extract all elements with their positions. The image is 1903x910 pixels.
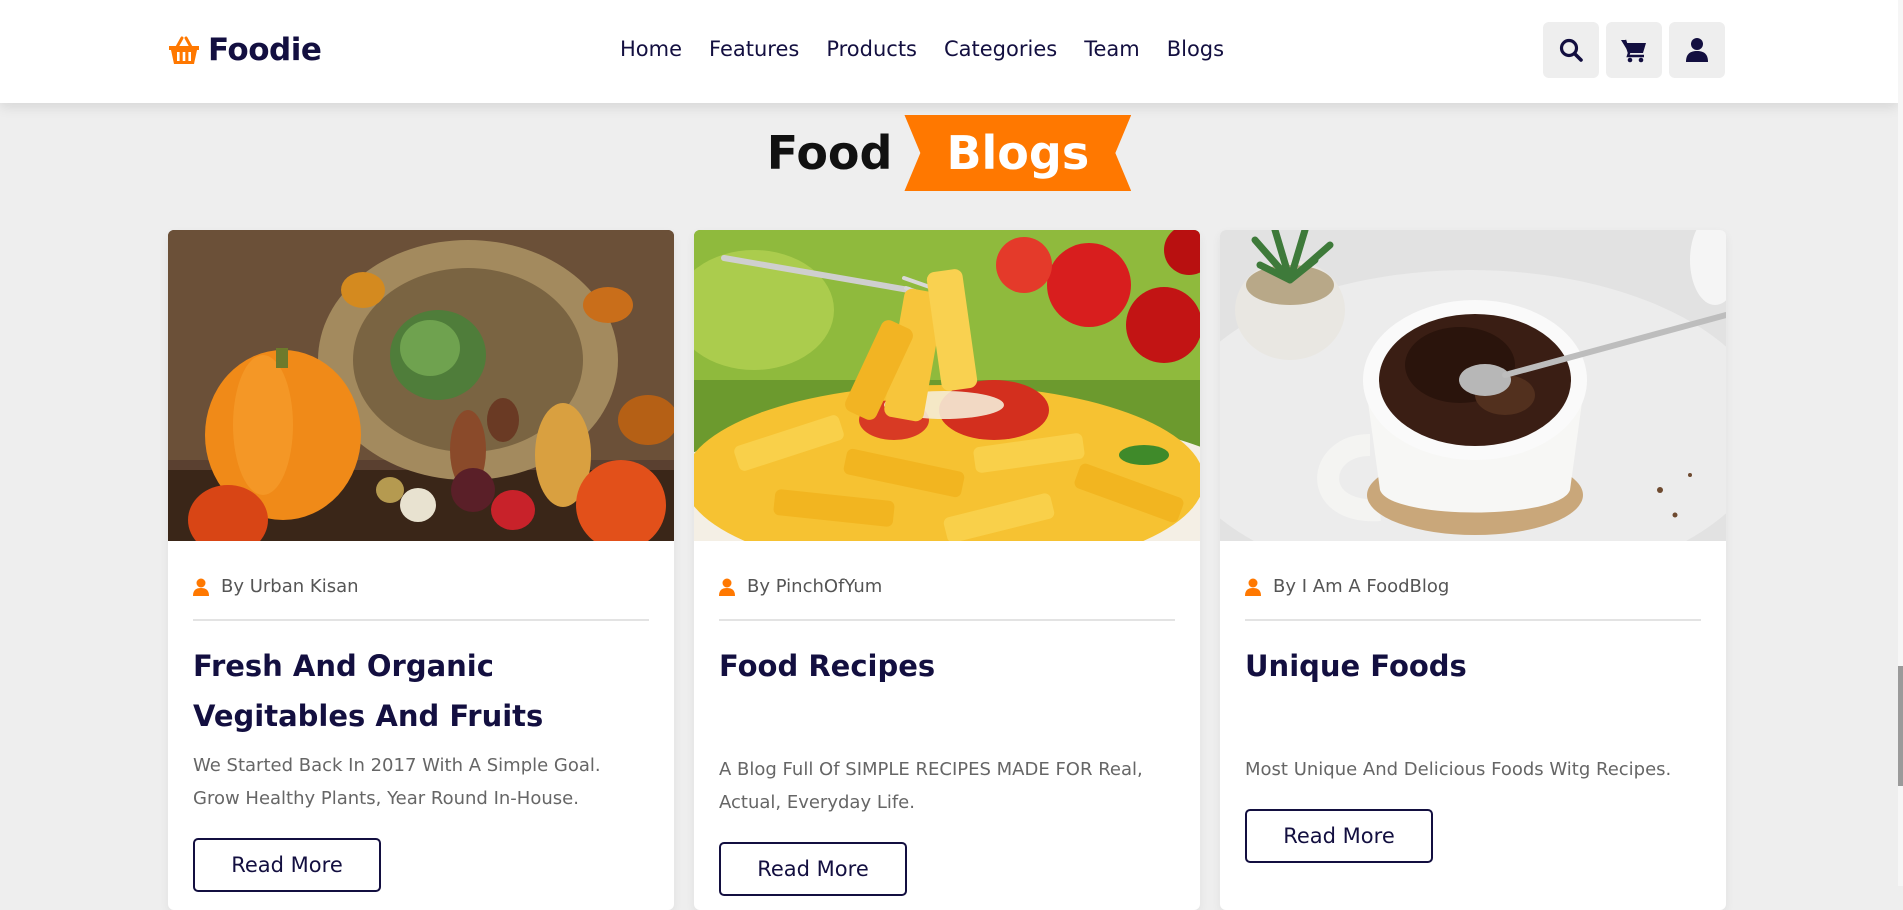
user-icon	[1245, 578, 1261, 596]
author: By Urban Kisan	[193, 576, 359, 597]
vegetables-basket-image	[168, 230, 674, 541]
user-icon	[1686, 38, 1708, 62]
logo-text: Foodie	[208, 32, 322, 68]
card-text: We Started Back In 2017 With A Simple Go…	[193, 755, 601, 809]
scrollbar-thumb[interactable]	[1898, 666, 1903, 786]
card-title: Fresh And Organic Vegitables And Fruits	[193, 649, 544, 733]
read-more-button[interactable]: Read More	[1245, 809, 1433, 863]
read-more-button[interactable]: Read More	[193, 838, 381, 892]
card-title: Food Recipes	[719, 649, 936, 683]
section-heading: Food Blogs	[0, 114, 1898, 192]
divider	[719, 619, 1175, 621]
author-name: By Urban Kisan	[221, 576, 359, 597]
heading-main: Food	[766, 126, 893, 180]
author-name: By PinchOfYum	[747, 576, 883, 597]
heading-accent: Blogs	[904, 115, 1132, 191]
blog-card: By PinchOfYum Food Recipes A Blog Full O…	[694, 230, 1200, 910]
divider	[193, 619, 649, 621]
nav-products[interactable]: Products	[826, 37, 917, 61]
author-name: By I Am A FoodBlog	[1273, 576, 1450, 597]
nav-features[interactable]: Features	[709, 37, 799, 61]
user-icon	[719, 578, 735, 596]
nav-categories[interactable]: Categories	[944, 37, 1057, 61]
nav-blogs[interactable]: Blogs	[1167, 37, 1224, 61]
user-button[interactable]	[1669, 22, 1725, 78]
card-text: Most Unique And Delicious Foods Witg Rec…	[1245, 759, 1672, 780]
author: By PinchOfYum	[719, 576, 882, 597]
logo-link[interactable]: Foodie	[167, 32, 322, 68]
nav-home[interactable]: Home	[620, 37, 682, 61]
blog-card: By I Am A FoodBlog Unique Foods Most Uni…	[1220, 230, 1726, 910]
read-more-button[interactable]: Read More	[719, 842, 907, 896]
cart-icon	[1621, 39, 1646, 63]
blog-card: By Urban Kisan Fresh And Organic Vegitab…	[168, 230, 674, 910]
card-title: Unique Foods	[1245, 649, 1467, 683]
penne-pasta-image	[694, 230, 1200, 541]
header-icons	[1543, 22, 1725, 78]
card-text: A Blog Full Of SIMPLE RECIPES MADE FOR R…	[719, 759, 1143, 813]
basket-icon	[169, 36, 199, 64]
nav-team[interactable]: Team	[1084, 37, 1140, 61]
main-nav: Home Features Products Categories Team B…	[620, 37, 1251, 61]
user-icon	[193, 578, 209, 596]
divider	[1245, 619, 1701, 621]
cart-button[interactable]	[1606, 22, 1662, 78]
header: Foodie Home Features Products Categories…	[0, 0, 1898, 103]
author: By I Am A FoodBlog	[1245, 576, 1449, 597]
search-icon	[1559, 38, 1583, 62]
search-button[interactable]	[1543, 22, 1599, 78]
chocolate-mug-cake-image	[1220, 230, 1726, 541]
